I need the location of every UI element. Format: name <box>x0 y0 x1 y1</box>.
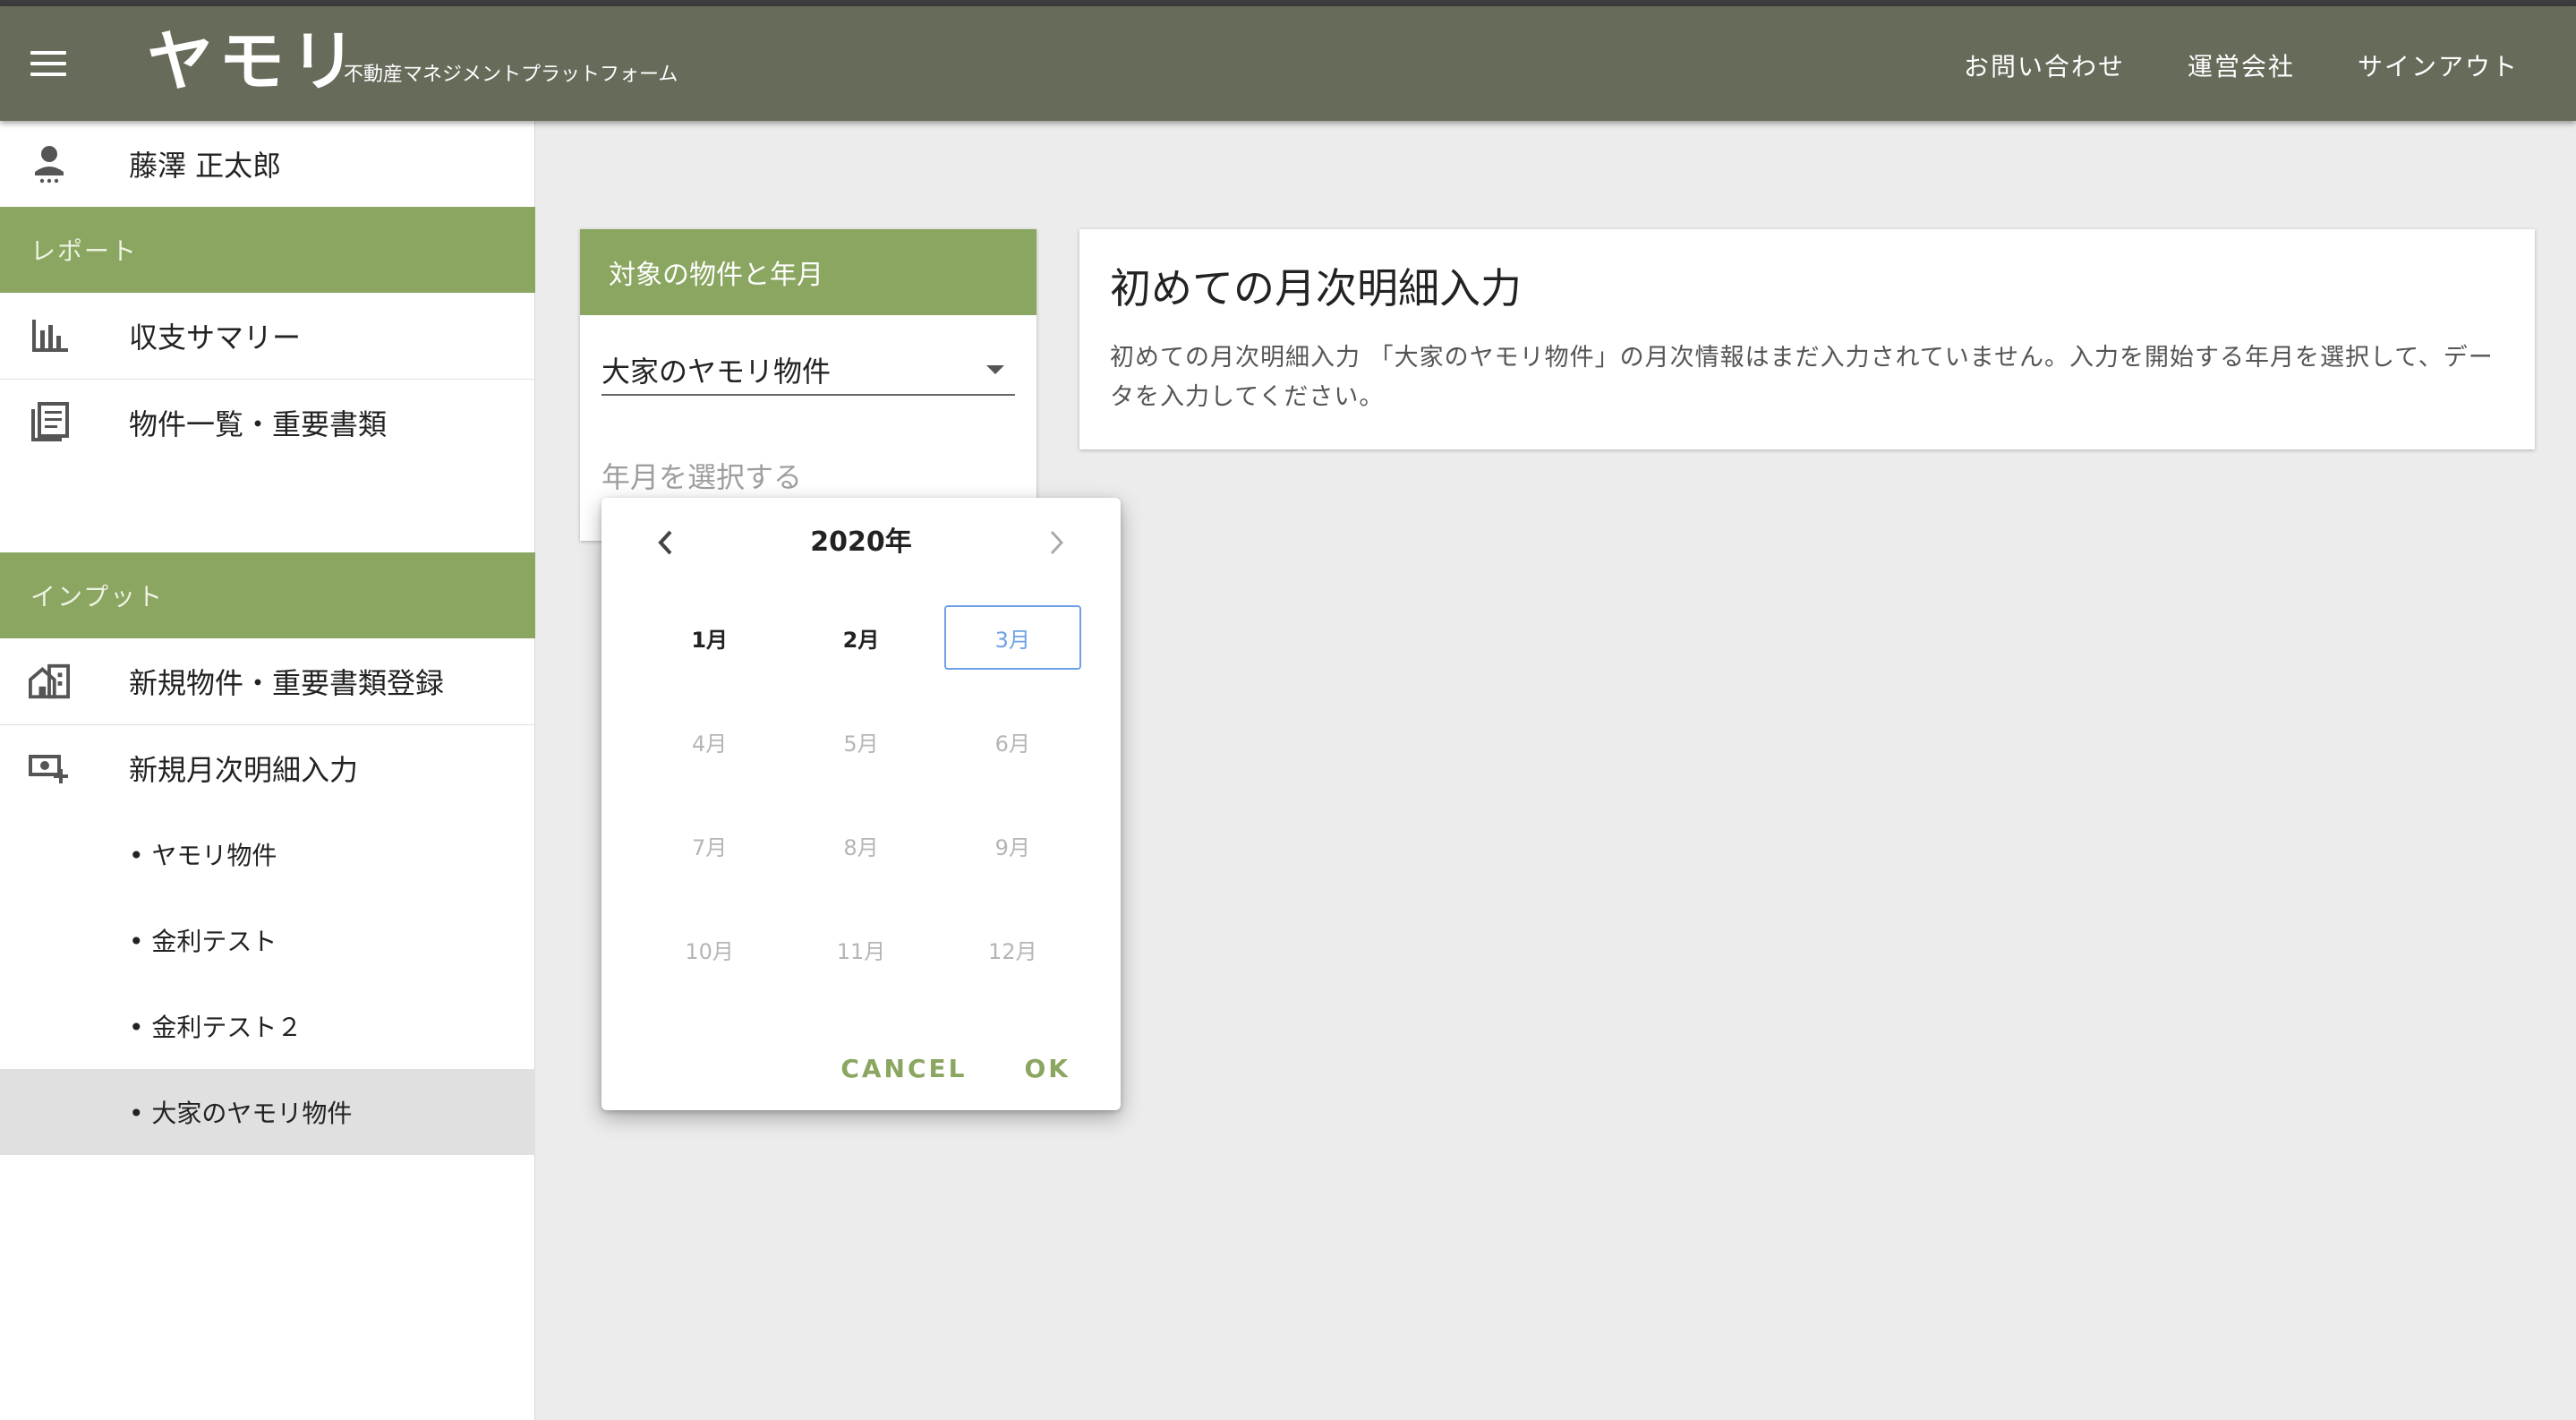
month-3[interactable]: 3月 <box>943 605 1081 670</box>
section-report: レポート <box>0 207 535 293</box>
sub-item-label: • 金利テスト２ <box>129 1013 303 1042</box>
user-name: 藤澤 正太郎 <box>129 149 282 183</box>
sidebar-item-label: 新規月次明細入力 <box>129 753 359 787</box>
bar-chart-icon <box>29 315 70 356</box>
building-add-icon <box>29 661 70 702</box>
target-card: 対象の物件と年月 大家のヤモリ物件 年月を選択する <box>580 229 1036 541</box>
document-list-icon <box>29 402 70 443</box>
sub-item-label: • 大家のヤモリ物件 <box>129 1099 353 1128</box>
picker-actions: CANCEL OK <box>840 1054 1070 1083</box>
month-1[interactable]: 1月 <box>641 605 778 670</box>
month-7: 7月 <box>692 834 728 860</box>
month-6: 6月 <box>994 731 1030 757</box>
month-8: 8月 <box>843 834 879 860</box>
sidebar-user[interactable]: 藤澤 正太郎 <box>0 121 535 207</box>
info-card-description: 初めての月次明細入力 「大家のヤモリ物件」の月次情報はまだ入力されていません。入… <box>1110 344 2494 411</box>
section-input: インプット <box>0 552 535 638</box>
month-4: 4月 <box>692 731 728 757</box>
sidebar-item-property-list[interactable]: 物件一覧・重要書類 <box>0 380 535 466</box>
sidebar-item-label: 収支サマリー <box>129 321 302 355</box>
app-bar: ヤモリ 不動産マネジメントプラットフォーム お問い合わせ 運営会社 サインアウト <box>0 6 2576 121</box>
sub-item-interest-test-2[interactable]: • 金利テスト２ <box>0 983 535 1069</box>
menu-icon[interactable] <box>30 51 66 76</box>
target-card-title: 対象の物件と年月 <box>580 229 1036 315</box>
header-nav: お問い合わせ 運営会社 サインアウト <box>1964 47 2519 83</box>
date-field-placeholder[interactable]: 年月を選択する <box>601 455 802 496</box>
ok-button[interactable]: OK <box>1025 1054 1071 1083</box>
month-2[interactable]: 2月 <box>792 605 929 670</box>
signout-link[interactable]: サインアウト <box>2358 47 2519 83</box>
sub-item-label: • 金利テスト <box>129 927 277 956</box>
month-grid: 1月 2月 3月 4月 5月 6月 7月 8月 9月 10月 11月 12月 <box>634 605 1088 981</box>
month-11: 11月 <box>836 938 886 964</box>
logo[interactable]: ヤモリ <box>147 17 362 107</box>
sidebar-item-new-monthly[interactable]: 新規月次明細入力 <box>0 725 535 811</box>
month-9: 9月 <box>994 834 1030 860</box>
company-link[interactable]: 運営会社 <box>2188 47 2295 83</box>
cancel-button[interactable]: CANCEL <box>840 1054 967 1083</box>
sub-item-yamori-property[interactable]: • ヤモリ物件 <box>0 811 535 897</box>
dropdown-arrow-icon <box>986 365 1004 374</box>
sidebar-item-summary[interactable]: 収支サマリー <box>0 293 535 379</box>
sidebar: 藤澤 正太郎 レポート 収支サマリー 物件一覧・重要書類 インプット 新規物件・… <box>0 121 535 1420</box>
month-10: 10月 <box>685 938 734 964</box>
sidebar-item-label: 物件一覧・重要書類 <box>129 407 388 441</box>
month-12: 12月 <box>988 938 1037 964</box>
sidebar-item-new-property[interactable]: 新規物件・重要書類登録 <box>0 638 535 724</box>
info-card: 初めての月次明細入力 初めての月次明細入力 「大家のヤモリ物件」の月次情報はまだ… <box>1079 229 2535 449</box>
sidebar-item-label: 新規物件・重要書類登録 <box>129 666 445 700</box>
info-card-title: 初めての月次明細入力 <box>1110 264 1522 312</box>
property-select[interactable]: 大家のヤモリ物件 <box>601 346 1015 396</box>
person-icon <box>29 143 70 184</box>
month-picker-dialog: 2020年 1月 2月 3月 4月 5月 6月 7月 8月 9月 10月 11月… <box>601 498 1121 1110</box>
month-5: 5月 <box>843 731 879 757</box>
money-add-icon <box>29 748 70 789</box>
property-select-value: 大家のヤモリ物件 <box>601 355 832 389</box>
sub-item-interest-test[interactable]: • 金利テスト <box>0 897 535 983</box>
sub-item-label: • ヤモリ物件 <box>129 841 277 870</box>
sub-item-landlord-yamori-property[interactable]: • 大家のヤモリ物件 <box>0 1069 535 1155</box>
contact-link[interactable]: お問い合わせ <box>1964 47 2125 83</box>
tagline: 不動産マネジメントプラットフォーム <box>344 64 678 86</box>
chevron-right-icon[interactable] <box>1038 525 1074 560</box>
window-top-strip <box>0 0 2576 6</box>
